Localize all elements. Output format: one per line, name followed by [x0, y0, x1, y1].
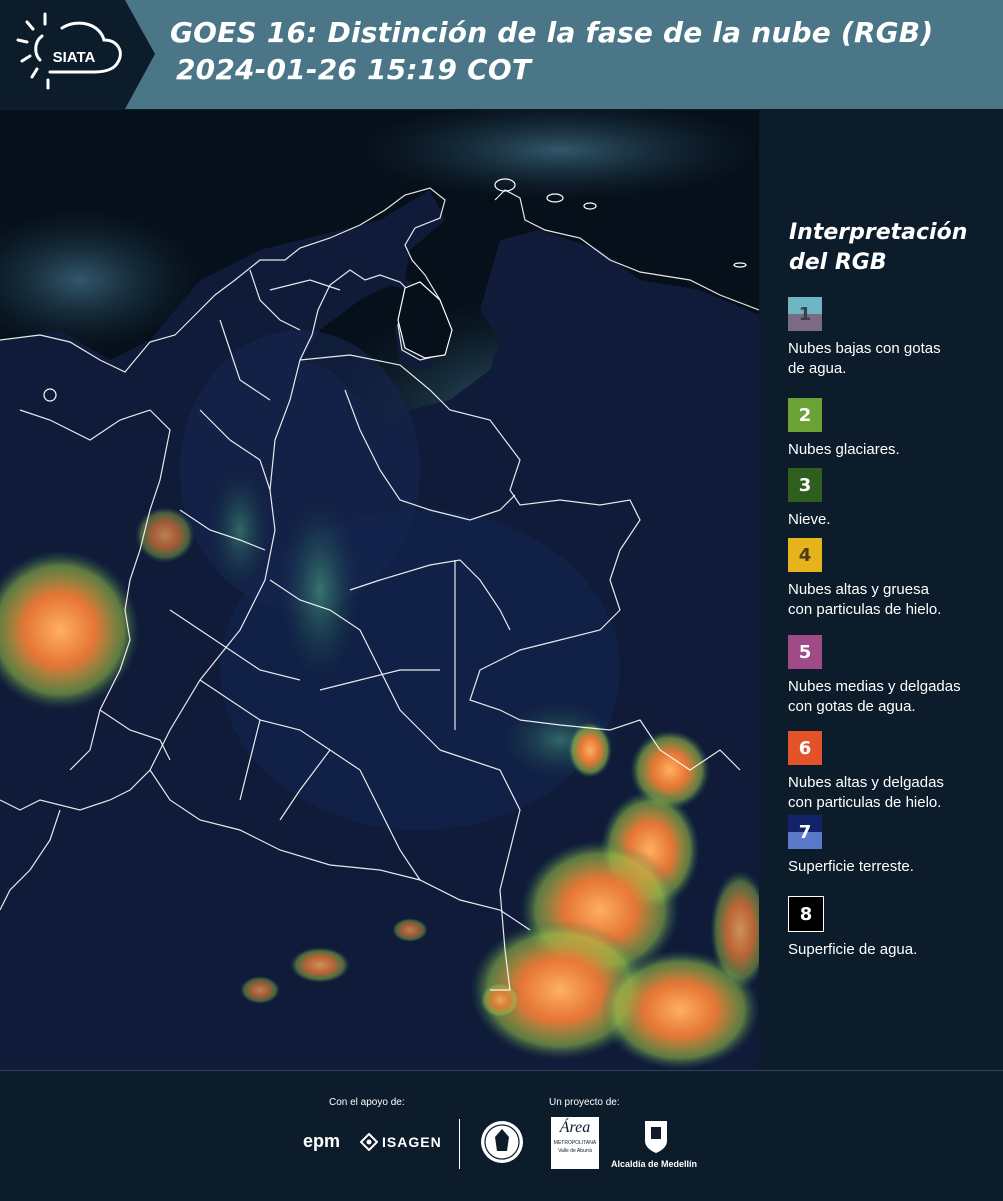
- footer-divider: [459, 1119, 460, 1169]
- legend-item-3: 3 Nieve.: [788, 468, 998, 530]
- legend-title: Interpretación del RGB: [789, 218, 967, 278]
- legend-label: Nubes glaciares.: [788, 440, 998, 460]
- alcaldia-medellin-text: Alcaldía de Medellín: [611, 1159, 698, 1169]
- legend-label: Nubes altas y gruesa con particulas de hi…: [788, 580, 998, 620]
- epm-logo: epm: [303, 1131, 341, 1151]
- legend-swatch: 7: [788, 815, 822, 849]
- legend-swatch: 8: [788, 896, 824, 932]
- legend-item-1: 1 Nubes bajas con gotas de agua.: [788, 297, 998, 379]
- legend-label-line-1: Nubes altas y gruesa: [788, 581, 929, 598]
- legend-label-line-2: de agua.: [788, 360, 847, 377]
- satellite-image: [0, 110, 759, 1070]
- legend-swatch: 5: [788, 635, 822, 669]
- legend-item-2: 2 Nubes glaciares.: [788, 398, 998, 460]
- support-label: Con el apoyo de:: [329, 1097, 405, 1108]
- area-metropolitana-logo: Área METROPOLITANA Valle de Aburrá: [551, 1117, 599, 1169]
- header-bar: SIATA GOES 16: Distinción de la fase de …: [0, 0, 1003, 109]
- isagen-logo: ISAGEN: [360, 1133, 442, 1151]
- legend-label: Nubes medias y delgadas con gotas de agua…: [788, 677, 998, 717]
- legend-title-line-1: Interpretación: [789, 220, 968, 245]
- legend-swatch: 2: [788, 398, 822, 432]
- legend-panel: Interpretación del RGB 1 Nubes bajas con …: [760, 110, 1003, 1070]
- legend-swatch: 1: [788, 297, 822, 331]
- legend-number: 6: [798, 737, 812, 759]
- alcaldia-shield-icon: [645, 1121, 667, 1153]
- title-line-1: GOES 16: Distinción de la fase de la nub…: [170, 16, 934, 49]
- legend-number: 7: [798, 821, 812, 843]
- legend-number: 2: [798, 404, 812, 426]
- legend-label-line-1: Superficie de agua.: [788, 941, 918, 958]
- legend-label: Nubes altas y delgadas con particulas de …: [788, 773, 998, 813]
- legend-number: 5: [798, 641, 812, 663]
- legend-item-4: 4 Nubes altas y gruesa con particulas de h…: [788, 538, 998, 620]
- legend-title-line-2: del RGB: [789, 250, 887, 275]
- svg-text:SIATA: SIATA: [53, 49, 96, 66]
- medellin-seal-logo: [481, 1121, 523, 1163]
- legend-label-line-1: Nubes altas y delgadas: [788, 774, 944, 791]
- legend-number: 4: [798, 544, 812, 566]
- legend-label-line-1: Superficie terreste.: [788, 858, 914, 875]
- legend-label: Nieve.: [788, 510, 998, 530]
- footer: Con el apoyo de: Un proyecto de: epm ISA…: [0, 1070, 1003, 1201]
- legend-number: 3: [798, 474, 812, 496]
- legend-number: 1: [798, 303, 812, 325]
- legend-label-line-2: con gotas de agua.: [788, 698, 916, 715]
- legend-label-line-1: Nubes glaciares.: [788, 441, 900, 458]
- isagen-text: ISAGEN: [382, 1134, 442, 1150]
- title-line-2: 2024-01-26 15:19 COT: [176, 53, 532, 86]
- area-script-text: Área: [559, 1119, 591, 1136]
- legend-label: Nubes bajas con gotas de agua.: [788, 339, 998, 379]
- legend-label-line-1: Nieve.: [788, 511, 831, 528]
- siata-logo: SIATA: [0, 0, 155, 109]
- satellite-map: [0, 110, 759, 1070]
- legend-label-line-1: Nubes bajas con gotas: [788, 340, 941, 357]
- legend-item-7: 7 Superficie terreste.: [788, 815, 998, 877]
- legend-item-5: 5 Nubes medias y delgadas con gotas de agu…: [788, 635, 998, 717]
- legend-swatch: 3: [788, 468, 822, 502]
- legend-item-6: 6 Nubes altas y delgadas con particulas de…: [788, 731, 998, 813]
- legend-number: 8: [799, 903, 813, 925]
- area-text-2: Valle de Aburrá: [558, 1148, 592, 1154]
- legend-label: Superficie terreste.: [788, 857, 998, 877]
- legend-label: Superficie de agua.: [788, 940, 998, 960]
- area-text-1: METROPOLITANA: [553, 1140, 597, 1146]
- legend-item-8: 8 Superficie de agua.: [788, 896, 998, 960]
- legend-swatch: 6: [788, 731, 822, 765]
- page-title: GOES 16: Distinción de la fase de la nub…: [170, 14, 933, 88]
- project-label: Un proyecto de:: [549, 1097, 620, 1108]
- legend-label-line-2: con particulas de hielo.: [788, 601, 942, 618]
- legend-label-line-1: Nubes medias y delgadas: [788, 678, 961, 695]
- isagen-icon: [360, 1133, 378, 1151]
- legend-label-line-2: con particulas de hielo.: [788, 794, 942, 811]
- legend-swatch: 4: [788, 538, 822, 572]
